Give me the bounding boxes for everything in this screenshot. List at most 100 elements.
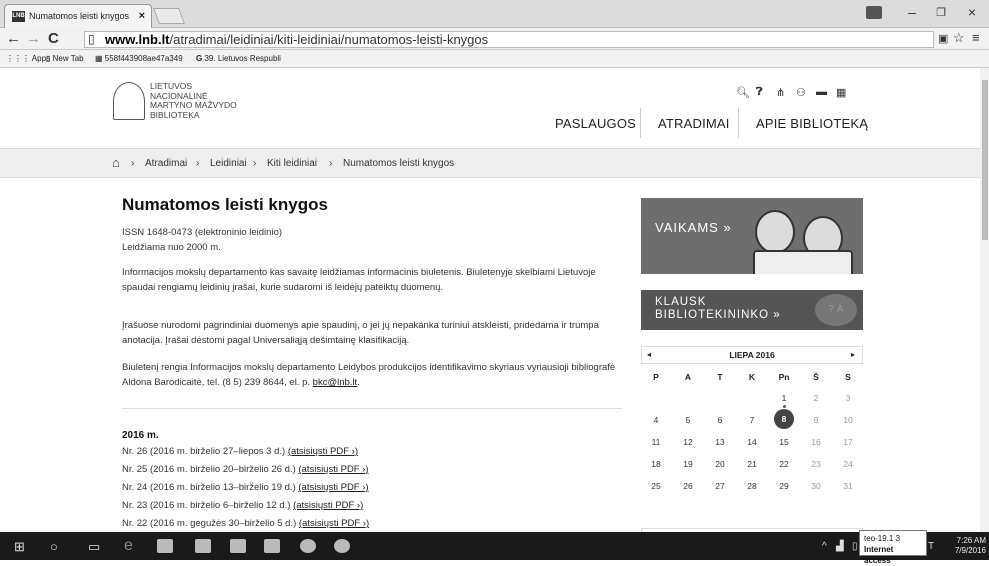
calendar-day[interactable]: 21 bbox=[742, 459, 762, 469]
calendar-day[interactable]: 23 bbox=[806, 459, 826, 469]
translate-icon[interactable]: ▣ bbox=[938, 32, 948, 45]
breadcrumb-separator: › bbox=[253, 158, 257, 169]
calendar-day[interactable]: 3 bbox=[838, 393, 858, 403]
scrollbar-thumb[interactable] bbox=[982, 80, 988, 240]
calendar-day[interactable]: 9 bbox=[806, 415, 826, 425]
browser-tab[interactable]: LNB Numatomos leisti knygos × bbox=[4, 4, 152, 28]
network-tooltip: teo-19.1 3 Internet access bbox=[859, 530, 927, 565]
calendar-day[interactable]: 5 bbox=[678, 415, 698, 425]
close-window-button[interactable]: × bbox=[961, 4, 983, 20]
download-pdf-link[interactable]: (atsisiųsti PDF ›) bbox=[288, 446, 358, 457]
tab-close-icon[interactable]: × bbox=[139, 10, 145, 22]
info-icon[interactable]: ❓︎ bbox=[756, 86, 763, 99]
task-view-icon[interactable]: ▭ bbox=[88, 539, 100, 555]
chrome-icon[interactable] bbox=[334, 539, 350, 553]
ask-librarian-banner[interactable]: KLAUSK BIBLIOTEKININKO » ? A bbox=[641, 290, 863, 330]
children-banner[interactable]: VAIKAMS » bbox=[641, 198, 863, 274]
calendar-prev-icon[interactable]: ◂ bbox=[647, 346, 651, 364]
calendar-day[interactable]: 26 bbox=[678, 481, 698, 491]
question-decoration-icon: ? A bbox=[815, 294, 857, 326]
nav-atradimai[interactable]: ATRADIMAI bbox=[658, 116, 730, 131]
calendar-day[interactable]: 31 bbox=[838, 481, 858, 491]
tray-chevron-icon[interactable]: ^ bbox=[822, 541, 827, 552]
breadcrumb-atradimai[interactable]: Atradimai bbox=[145, 158, 187, 169]
calendar-day[interactable]: 18 bbox=[646, 459, 666, 469]
flag-en-icon[interactable]: ▦ bbox=[836, 86, 846, 99]
restore-button[interactable]: ❐ bbox=[930, 6, 952, 19]
library-logo-icon[interactable] bbox=[113, 82, 145, 120]
calendar-day[interactable]: 11 bbox=[646, 437, 666, 447]
download-pdf-link[interactable]: (atsisiųsti PDF ›) bbox=[299, 518, 369, 529]
calendar-day[interactable]: 14 bbox=[742, 437, 762, 447]
file-explorer-icon[interactable] bbox=[230, 539, 246, 553]
search-icon[interactable]: ○ bbox=[50, 539, 58, 554]
calendar-day[interactable]: 27 bbox=[710, 481, 730, 491]
calendar-day[interactable]: 1 bbox=[774, 393, 794, 403]
clock[interactable]: 7:26 AM 7/9/2016 bbox=[940, 536, 986, 556]
edge-icon[interactable]: e bbox=[124, 537, 133, 555]
bookmark-google[interactable]: G 39. Lietuvos Respubli bbox=[196, 54, 281, 63]
issn-text: ISSN 1648-0473 (elektroninio leidinio) bbox=[122, 227, 283, 238]
calendar-day[interactable]: 7 bbox=[742, 415, 762, 425]
nav-paslaugos[interactable]: PASLAUGOS bbox=[555, 116, 636, 131]
calendar-month: LIEPA 2016 bbox=[641, 346, 863, 364]
powerpoint-icon[interactable] bbox=[264, 539, 280, 553]
sitemap-icon[interactable]: ⋔ bbox=[776, 86, 785, 99]
app-icon[interactable] bbox=[300, 539, 316, 553]
reload-icon[interactable]: C bbox=[48, 30, 59, 47]
calendar-day[interactable]: 13 bbox=[710, 437, 730, 447]
calendar-weekday: T bbox=[717, 372, 723, 382]
calendar-today[interactable]: 8 bbox=[774, 409, 794, 429]
library-logo-text[interactable]: LIETUVOS NACIONALINĖ MARTYNO MAŽVYDO BIB… bbox=[150, 81, 237, 120]
calendar-day[interactable]: 10 bbox=[838, 415, 858, 425]
home-icon[interactable]: ⌂ bbox=[112, 155, 120, 170]
download-pdf-link[interactable]: (atsisiųsti PDF ›) bbox=[298, 464, 368, 475]
bookmark-apps[interactable]: ⋮⋮⋮ Apps bbox=[6, 54, 50, 63]
flag-lt-icon[interactable]: ▬ bbox=[816, 86, 827, 98]
new-tab-button[interactable] bbox=[153, 8, 185, 24]
search-icon[interactable]: 🔍︎ bbox=[736, 86, 750, 99]
url-path: /atradimai/leidiniai/kiti-leidiniai/numa… bbox=[169, 32, 489, 47]
calendar-day[interactable]: 16 bbox=[806, 437, 826, 447]
calendar-day[interactable]: 4 bbox=[646, 415, 666, 425]
store-icon[interactable] bbox=[157, 539, 173, 553]
download-pdf-link[interactable]: (atsisiųsti PDF ›) bbox=[298, 482, 368, 493]
network-icon[interactable]: ▟ bbox=[836, 541, 844, 552]
breadcrumb-leidiniai[interactable]: Leidiniai bbox=[210, 158, 247, 169]
calendar-day[interactable]: 28 bbox=[742, 481, 762, 491]
calendar-next-icon[interactable]: ▸ bbox=[851, 346, 855, 364]
profile-icon[interactable] bbox=[866, 6, 882, 19]
back-arrow-icon[interactable]: ← bbox=[6, 30, 21, 47]
calendar-day[interactable]: 15 bbox=[774, 437, 794, 447]
battery-icon[interactable]: ▯ bbox=[852, 541, 858, 552]
accessibility-icon[interactable]: ⚇ bbox=[796, 86, 806, 99]
calendar-day[interactable]: 6 bbox=[710, 415, 730, 425]
calendar-day[interactable]: 22 bbox=[774, 459, 794, 469]
issue-item: Nr. 23 (2016 m. birželio 6–birželio 12 d… bbox=[122, 500, 364, 511]
calendar-day[interactable]: 2 bbox=[806, 393, 826, 403]
email-link[interactable]: bkc@lnb.lt bbox=[313, 377, 358, 388]
nav-apie-biblioteka[interactable]: APIE BIBLIOTEKĄ bbox=[756, 116, 868, 131]
calendar-day[interactable]: 19 bbox=[678, 459, 698, 469]
url-input[interactable]: www.lnb.lt/atradimai/leidiniai/kiti-leid… bbox=[84, 31, 934, 48]
calendar-day[interactable]: 20 bbox=[710, 459, 730, 469]
breadcrumb-separator: › bbox=[196, 158, 200, 169]
calendar-day[interactable]: 24 bbox=[838, 459, 858, 469]
bookmark-hash[interactable]: ▦ 558f443908ae47a349 bbox=[95, 54, 183, 63]
word-icon[interactable] bbox=[195, 539, 211, 553]
calendar-day[interactable]: 25 bbox=[646, 481, 666, 491]
calendar-day[interactable]: 12 bbox=[678, 437, 698, 447]
contact-paragraph: Biuletenį rengia Informacijos mokslų dep… bbox=[122, 362, 616, 388]
calendar-day[interactable]: 30 bbox=[806, 481, 826, 491]
ask-librarian-label: KLAUSK BIBLIOTEKININKO » bbox=[655, 296, 781, 321]
calendar-day[interactable]: 29 bbox=[774, 481, 794, 491]
bookmark-star-icon[interactable]: ☆ bbox=[953, 30, 965, 46]
calendar-day[interactable]: 17 bbox=[838, 437, 858, 447]
minimize-button[interactable]: – bbox=[901, 4, 923, 20]
download-pdf-link[interactable]: (atsisiųsti PDF ›) bbox=[293, 500, 363, 511]
forward-arrow-icon[interactable]: → bbox=[26, 30, 41, 47]
windows-start-icon[interactable]: ⊞ bbox=[14, 539, 25, 555]
breadcrumb-kiti-leidiniai[interactable]: Kiti leidiniai bbox=[267, 158, 317, 169]
menu-icon[interactable]: ≡ bbox=[972, 30, 980, 45]
bookmark-new-tab[interactable]: ▯ New Tab bbox=[46, 54, 84, 63]
